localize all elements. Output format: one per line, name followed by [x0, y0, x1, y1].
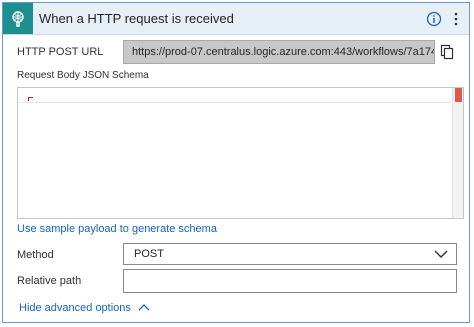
card-header[interactable]: When a HTTP request is received	[3, 3, 469, 35]
json-schema-editor[interactable]	[17, 87, 464, 219]
http-post-url-label: HTTP POST URL	[17, 46, 104, 58]
editor-scrollbar[interactable]	[452, 88, 463, 218]
copy-icon[interactable]	[440, 44, 454, 60]
hide-advanced-options-label: Hide advanced options	[19, 302, 131, 314]
schema-label: Request Body JSON Schema	[17, 70, 149, 81]
http-post-url-field[interactable]: https://prod-07.centralus.logic.azure.co…	[123, 40, 435, 64]
relative-path-label: Relative path	[17, 275, 82, 287]
more-options-icon[interactable]	[449, 11, 463, 27]
chevron-up-icon	[138, 304, 150, 311]
sample-payload-link[interactable]: Use sample payload to generate schema	[17, 223, 217, 235]
info-icon[interactable]	[426, 11, 442, 27]
relative-path-input[interactable]	[123, 269, 457, 293]
chevron-down-icon	[434, 250, 448, 258]
http-request-icon	[3, 3, 33, 34]
hide-advanced-options-toggle[interactable]: Hide advanced options	[19, 300, 150, 314]
editor-current-line	[19, 88, 451, 103]
editor-cursor-marker	[28, 97, 33, 101]
method-select[interactable]: POST	[123, 243, 457, 265]
trigger-card: When a HTTP request is received HTTP POS…	[2, 2, 470, 323]
card-title: When a HTTP request is received	[39, 11, 234, 26]
method-selected-value: POST	[134, 248, 164, 260]
method-label: Method	[17, 249, 54, 261]
editor-scrollbar-marker	[455, 88, 462, 102]
